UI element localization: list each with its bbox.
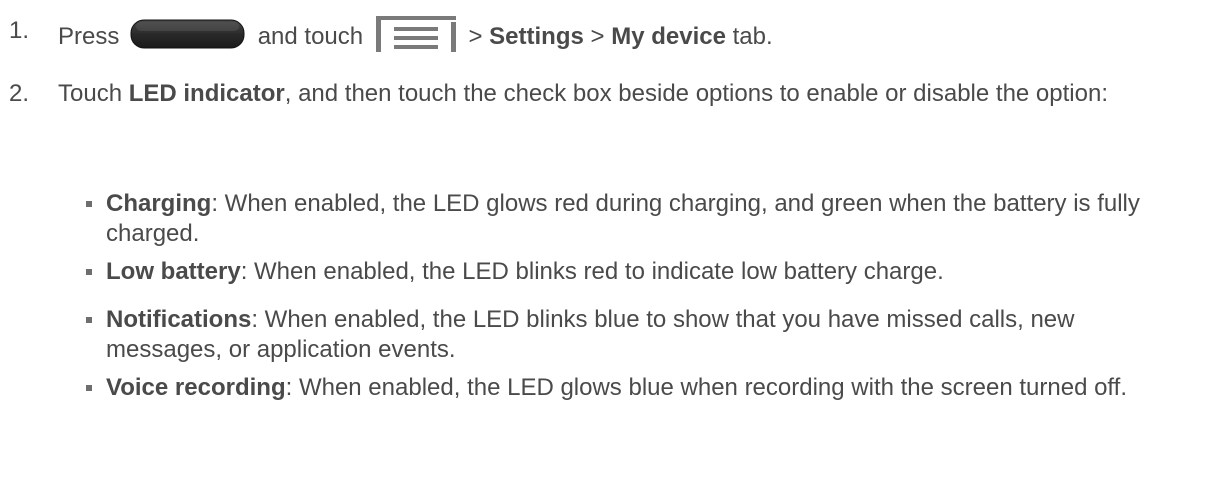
option-text: Voice recording: When enabled, the LED g… — [106, 373, 1170, 403]
home-button-icon — [130, 19, 245, 49]
option-name: Charging — [106, 190, 212, 217]
step-1-press-text: Press — [58, 23, 120, 50]
bullet-icon — [86, 269, 92, 275]
option-description: : When enabled, the LED blinks blue to s… — [106, 306, 1075, 363]
led-indicator-label: LED indicator — [128, 80, 285, 107]
separator-1: > — [468, 23, 483, 50]
option-name: Notifications — [106, 306, 252, 333]
step-1-text: Press and touch > Settings > My device t… — [58, 16, 1190, 52]
option-text: Notifications: When enabled, the LED bli… — [106, 305, 1170, 365]
bullet-icon — [86, 385, 92, 391]
step-2-touch-text: Touch — [58, 80, 123, 107]
settings-label: Settings — [489, 23, 584, 50]
step-2-rest-text: , and then touch the check box beside op… — [284, 80, 1108, 107]
step-1-and-touch-text: and touch — [257, 23, 364, 50]
option-text: Low battery: When enabled, the LED blink… — [106, 257, 1170, 287]
my-device-label: My device — [611, 23, 726, 50]
bullet-icon — [86, 201, 92, 207]
step-2-text: Touch LED indicator, and then touch the … — [58, 79, 1190, 109]
option-description: : When enabled, the LED glows blue when … — [285, 374, 1128, 401]
step-1-number: 1. — [9, 17, 30, 44]
menu-icon — [375, 16, 456, 52]
step-2-number: 2. — [9, 80, 30, 107]
tab-text: tab. — [732, 23, 773, 50]
option-name: Voice recording — [106, 374, 286, 401]
option-description: : When enabled, the LED blinks red to in… — [240, 258, 944, 285]
option-description: : When enabled, the LED glows red during… — [106, 190, 1140, 247]
option-name: Low battery — [106, 258, 241, 285]
separator-2: > — [590, 23, 605, 50]
option-text: Charging: When enabled, the LED glows re… — [106, 189, 1170, 249]
bullet-icon — [86, 317, 92, 323]
